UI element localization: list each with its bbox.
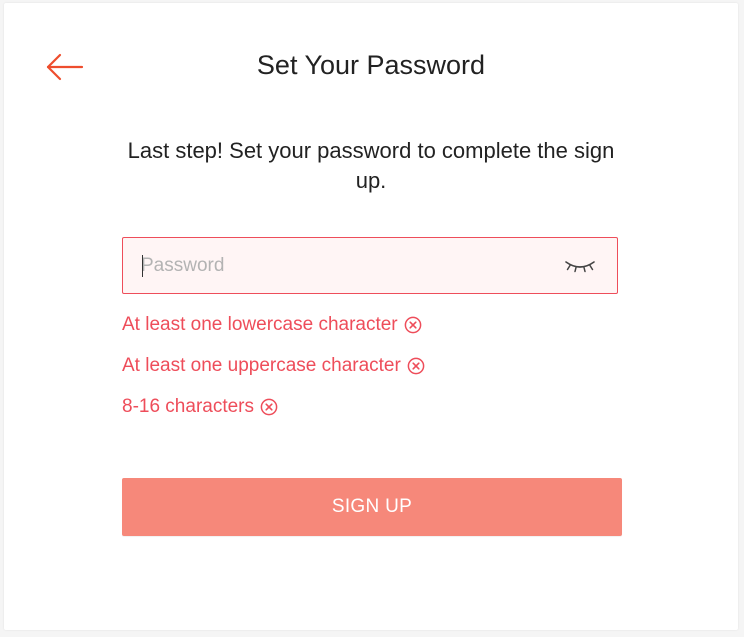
requirement-uppercase: At least one uppercase character bbox=[122, 354, 425, 378]
x-circle-icon bbox=[404, 316, 422, 334]
password-input[interactable] bbox=[141, 238, 541, 293]
x-circle-icon bbox=[407, 357, 425, 375]
page-subtitle: Last step! Set your password to complete… bbox=[127, 138, 615, 193]
requirement-label: At least one uppercase character bbox=[122, 355, 401, 376]
password-field-wrapper bbox=[122, 237, 618, 294]
requirement-lowercase: At least one lowercase character bbox=[122, 313, 422, 337]
text-caret bbox=[142, 255, 143, 277]
requirement-label: At least one lowercase character bbox=[122, 314, 398, 335]
x-circle-icon bbox=[260, 398, 278, 416]
toggle-password-visibility-button[interactable] bbox=[563, 256, 597, 276]
requirement-length: 8-16 characters bbox=[122, 395, 278, 419]
signup-card: Set Your Password Last step! Set your pa… bbox=[4, 3, 738, 630]
eye-closed-icon bbox=[565, 261, 595, 273]
requirement-label: 8-16 characters bbox=[122, 396, 255, 417]
sign-up-button[interactable]: SIGN UP bbox=[122, 478, 622, 536]
page-title: Set Your Password bbox=[256, 50, 486, 80]
